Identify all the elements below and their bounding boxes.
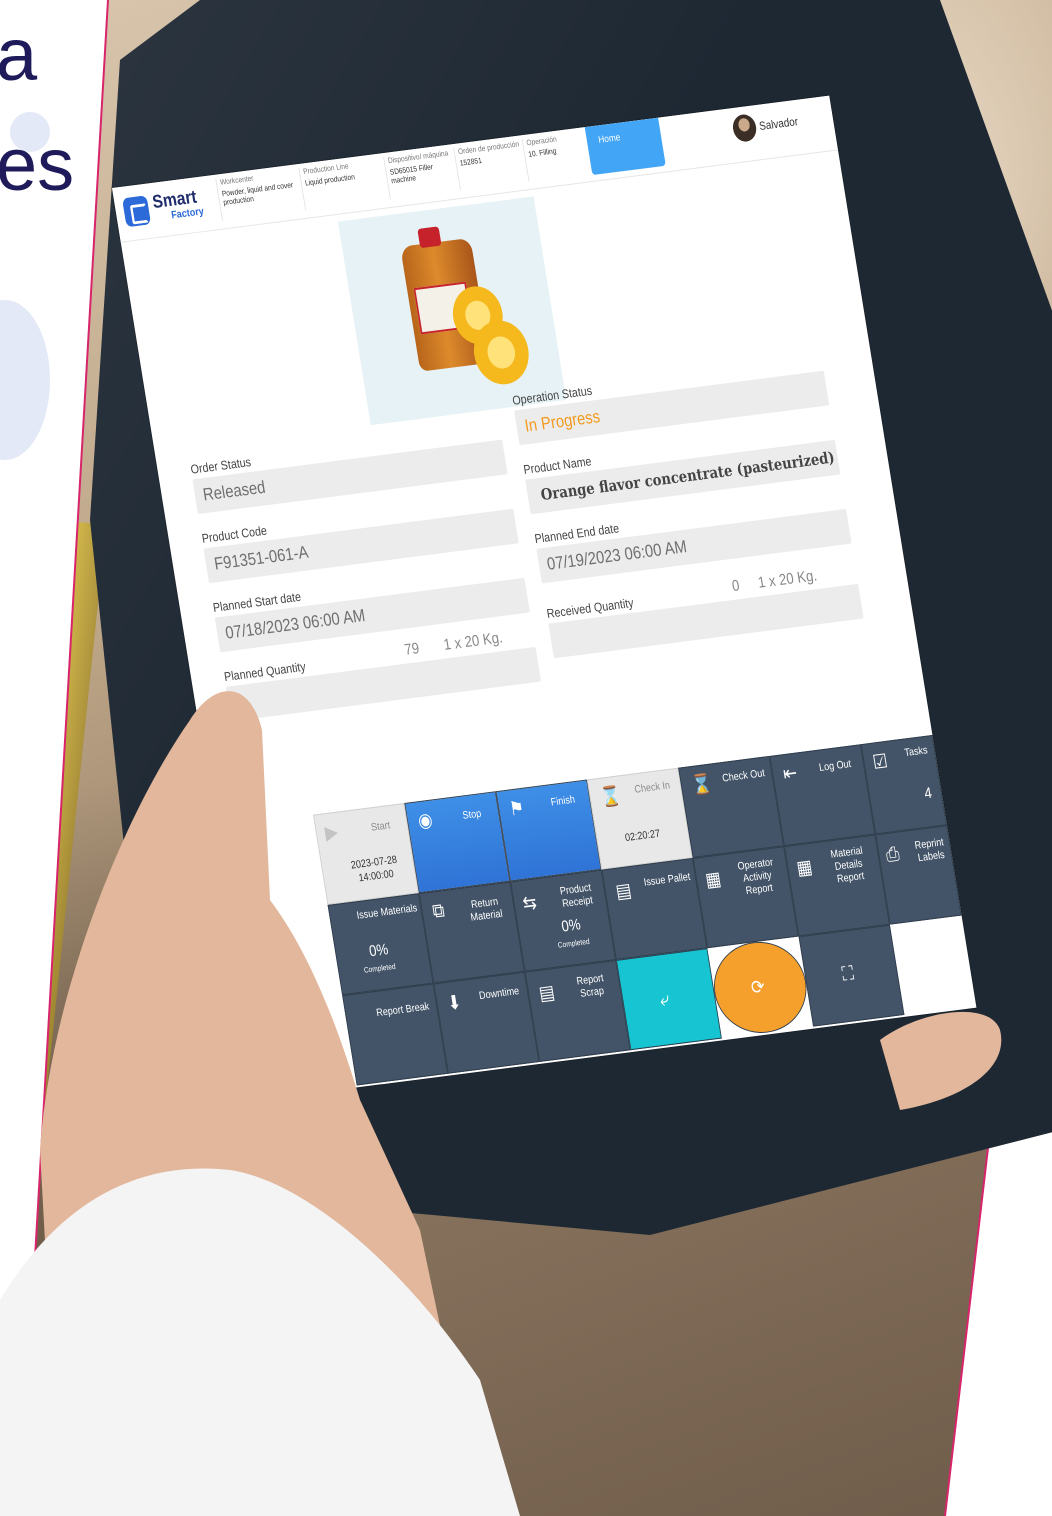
hands-illustration — [0, 691, 1002, 1516]
